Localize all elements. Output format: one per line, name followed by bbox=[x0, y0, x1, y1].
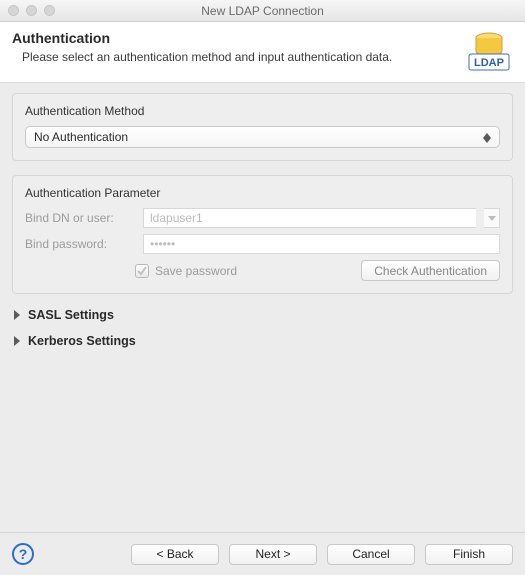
triangle-right-icon bbox=[14, 336, 20, 346]
svg-text:LDAP: LDAP bbox=[474, 57, 504, 69]
sasl-settings-label: SASL Settings bbox=[28, 308, 114, 322]
page-title: Authentication bbox=[12, 30, 455, 46]
bind-dn-label: Bind DN or user: bbox=[25, 211, 135, 225]
bind-dn-input bbox=[143, 208, 476, 228]
wizard-body: Authentication Method No Authentication … bbox=[0, 83, 525, 532]
ldap-icon: LDAP bbox=[465, 30, 513, 72]
finish-button[interactable]: Finish bbox=[425, 544, 513, 565]
window-title: New LDAP Connection bbox=[0, 4, 525, 18]
minimize-window-button[interactable] bbox=[26, 5, 37, 16]
help-button[interactable]: ? bbox=[12, 543, 34, 565]
kerberos-settings-label: Kerberos Settings bbox=[28, 334, 136, 348]
save-password-checkbox bbox=[135, 264, 149, 278]
close-window-button[interactable] bbox=[8, 5, 19, 16]
next-button[interactable]: Next > bbox=[229, 544, 317, 565]
auth-parameter-label: Authentication Parameter bbox=[25, 186, 500, 200]
page-subtitle: Please select an authentication method a… bbox=[12, 50, 455, 64]
zoom-window-button[interactable] bbox=[44, 5, 55, 16]
auth-method-select[interactable]: No Authentication bbox=[25, 126, 500, 148]
save-password-label: Save password bbox=[155, 264, 237, 278]
bind-password-input bbox=[143, 234, 500, 254]
window-titlebar: New LDAP Connection bbox=[0, 0, 525, 22]
back-button[interactable]: < Back bbox=[131, 544, 219, 565]
auth-method-label: Authentication Method bbox=[25, 104, 500, 118]
chevron-updown-icon bbox=[479, 129, 495, 147]
bind-dn-history-button bbox=[484, 208, 500, 228]
cancel-button[interactable]: Cancel bbox=[327, 544, 415, 565]
kerberos-settings-toggle[interactable]: Kerberos Settings bbox=[14, 334, 513, 348]
traffic-lights bbox=[8, 5, 55, 16]
bind-password-label: Bind password: bbox=[25, 237, 135, 251]
auth-method-value: No Authentication bbox=[34, 130, 128, 144]
triangle-right-icon bbox=[14, 310, 20, 320]
auth-parameter-group: Authentication Parameter Bind DN or user… bbox=[12, 175, 513, 294]
check-authentication-button: Check Authentication bbox=[361, 260, 500, 281]
auth-method-group: Authentication Method No Authentication bbox=[12, 93, 513, 161]
wizard-footer: ? < Back Next > Cancel Finish bbox=[0, 532, 525, 575]
sasl-settings-toggle[interactable]: SASL Settings bbox=[14, 308, 513, 322]
wizard-header: Authentication Please select an authenti… bbox=[0, 22, 525, 83]
